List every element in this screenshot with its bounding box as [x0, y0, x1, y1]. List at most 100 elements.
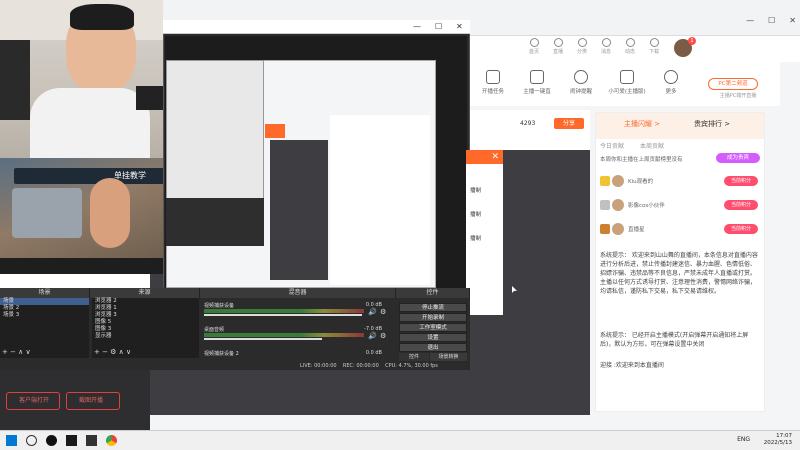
feature-alarm[interactable]: 闹钟提醒 — [558, 70, 604, 95]
feature-label: 开播任务 — [481, 89, 504, 95]
feature-start-live[interactable]: 开播任务 — [470, 70, 516, 95]
obs-minimize-button[interactable]: — — [413, 22, 421, 31]
windows-taskbar: ENG 17:07 2022/5/13 — [0, 430, 800, 450]
join-vip-button[interactable]: 成为贵宾 — [716, 153, 760, 163]
source-item[interactable]: 图像 3 — [92, 326, 199, 333]
screenshot-live-button[interactable]: 截图开播 — [66, 392, 120, 410]
popup-close-button[interactable]: ✕ — [491, 152, 499, 162]
clock-date: 2022/5/13 — [763, 440, 792, 446]
nav-label: 首页 — [528, 49, 539, 55]
tab-vip-rank[interactable]: 贵宾排行 > — [694, 119, 730, 129]
feature-more[interactable]: 更多 — [648, 70, 694, 95]
obs-titlebar: — ☐ ✕ — [163, 20, 470, 34]
obs-status-bar: LIVE: 00:00:00 REC: 00:00:00 CPU: 4.7%, … — [165, 362, 470, 370]
tab-streamer[interactable]: 主播闪耀 > — [624, 119, 660, 129]
nav-icon — [649, 38, 659, 47]
webcam-hair — [70, 4, 134, 30]
header-nav-item[interactable]: 动态 — [622, 38, 638, 55]
minimize-button[interactable]: — — [746, 16, 754, 25]
nested-obs — [166, 198, 264, 246]
speaker-icon[interactable]: 🔊 — [368, 308, 377, 316]
popup-line: 播制 — [470, 212, 482, 218]
source-item[interactable]: 浏览器 3 — [92, 312, 199, 319]
equipment — [12, 188, 82, 238]
source-add-icon[interactable]: + − ⚙ ∧ ∨ — [94, 348, 131, 356]
app-icon[interactable] — [66, 435, 77, 446]
notification-badge: 1 — [688, 37, 696, 45]
language-indicator[interactable]: ENG — [737, 436, 750, 443]
scene-item[interactable]: 场景 2 — [0, 305, 89, 312]
maximize-button[interactable]: ☐ — [768, 16, 775, 25]
client-open-button[interactable]: 客户端打开 — [6, 392, 60, 410]
header-nav-item[interactable]: 直播 — [550, 38, 566, 55]
hand — [90, 178, 130, 248]
gear-icon[interactable]: ⚙ — [380, 332, 386, 340]
nav-icon — [601, 38, 611, 47]
obs-icon[interactable] — [46, 435, 57, 446]
feature-assistant[interactable]: 小可爱(主播版) — [604, 70, 650, 95]
app-icon[interactable] — [86, 435, 97, 446]
window-controls: — ☐ ✕ — [746, 16, 796, 25]
start-record-button[interactable]: 开始录制 — [399, 313, 467, 322]
scenes-header: 场景 — [0, 288, 90, 298]
pc-channel-button[interactable]: PC第二频道 — [708, 78, 758, 90]
header-nav-item[interactable]: 消息 — [598, 38, 614, 55]
subtab-today[interactable]: 今日贡献 — [600, 141, 624, 150]
rank-row: 影像cos小伙伴 当前积分 — [598, 197, 762, 215]
source-item[interactable]: 浏览器 2 — [92, 298, 199, 305]
gear-icon[interactable]: ⚙ — [380, 308, 386, 316]
chrome-icon[interactable] — [106, 435, 117, 446]
settings-button[interactable]: 设置 — [399, 333, 467, 342]
source-item[interactable]: 图像 5 — [92, 319, 199, 326]
tab-controls[interactable]: 控件 — [399, 353, 429, 361]
rank-name: 影像cos小伙伴 — [628, 203, 665, 209]
scene-add-icon[interactable]: + − ∧ ∨ — [2, 348, 31, 356]
header-nav-item[interactable]: 下载 — [646, 38, 662, 55]
stop-stream-button[interactable]: 停止推流 — [399, 303, 467, 312]
webcam-shirt — [30, 88, 150, 158]
obs-maximize-button[interactable]: ☐ — [435, 22, 442, 31]
feature-oneclick[interactable]: 主播一键直 — [514, 70, 560, 95]
alarm-icon — [574, 70, 588, 84]
rank-button[interactable]: 当前积分 — [724, 176, 758, 186]
feature-label: 更多 — [665, 89, 677, 95]
feature-label: 小可爱(主播版) — [608, 89, 646, 95]
header-nav: 首页 直播 分类 消息 动态 下载 — [526, 38, 662, 55]
mini-taskbar — [0, 258, 163, 274]
volume-meter — [204, 333, 364, 337]
crown-icon — [600, 176, 610, 186]
room-info-bar: 4293 分享 — [470, 110, 590, 150]
volume-slider[interactable] — [204, 314, 362, 316]
crown-icon — [600, 200, 610, 210]
nested-chat — [330, 115, 430, 285]
rank-row: Kiu观看的 当前积分 — [598, 173, 762, 191]
speaker-icon[interactable]: 🔊 — [368, 332, 377, 340]
exit-button[interactable]: 退出 — [399, 343, 467, 352]
nav-label: 分类 — [576, 49, 587, 55]
source-item[interactable]: 显示器 — [92, 333, 199, 340]
rank-button[interactable]: 当前积分 — [724, 224, 758, 234]
feature-label: 闹钟提醒 — [569, 89, 592, 95]
scene-item[interactable]: 场景 — [0, 298, 89, 305]
track-name: 视频捕获设备 2 — [204, 351, 239, 357]
popup-header: ✕ — [466, 150, 503, 164]
close-button[interactable]: ✕ — [789, 16, 796, 25]
system-clock[interactable]: 17:07 2022/5/13 — [764, 433, 792, 447]
subtab-week[interactable]: 本周贡献 — [640, 141, 664, 150]
windows-start-icon[interactable] — [6, 435, 17, 446]
assistant-icon — [620, 70, 634, 84]
studio-mode-button[interactable]: 工作室模式 — [399, 323, 467, 332]
obs-close-button[interactable]: ✕ — [456, 22, 463, 31]
header-nav-item[interactable]: 分类 — [574, 38, 590, 55]
rank-button[interactable]: 当前积分 — [724, 200, 758, 210]
search-icon[interactable] — [26, 435, 37, 446]
rank-name: Kiu观看的 — [628, 179, 654, 185]
tab-transitions[interactable]: 场景转换 — [430, 353, 467, 361]
volume-slider[interactable] — [204, 338, 322, 340]
header-nav-item[interactable]: 首页 — [526, 38, 542, 55]
more-icon — [664, 70, 678, 84]
scene-item[interactable]: 场景 3 — [0, 312, 89, 319]
share-button[interactable]: 分享 — [554, 118, 584, 129]
chat-message: 系统提示： 已经开启主播模式(开启弹幕开启通知将上屏后)，默认为方形，可在弹幕设… — [600, 332, 749, 348]
source-item[interactable]: 浏览器 1 — [92, 305, 199, 312]
